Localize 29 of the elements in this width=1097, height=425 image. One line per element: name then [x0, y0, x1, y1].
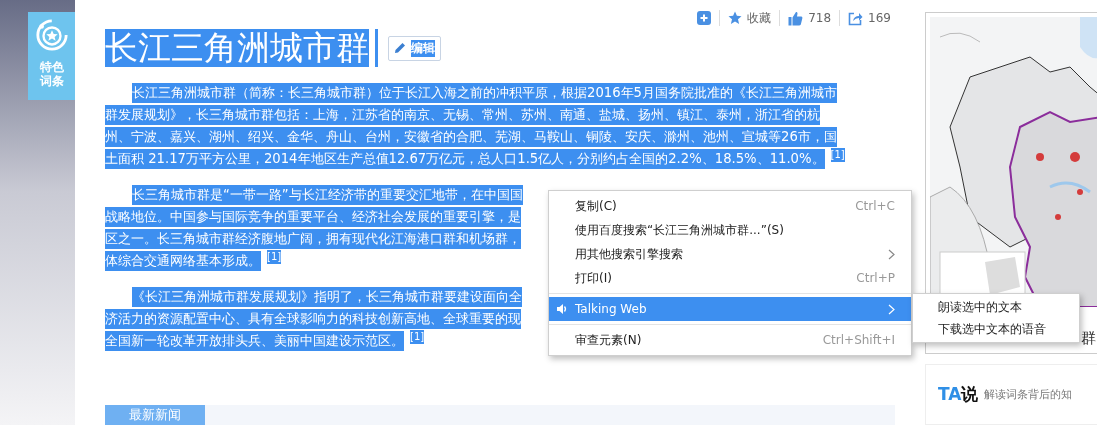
edit-button[interactable]: 编辑: [388, 35, 441, 61]
menu-item[interactable]: 用其他搜索引擎搜索: [549, 242, 911, 266]
thumbs-up-icon: [788, 10, 804, 26]
menu-item[interactable]: 审查元素(N) Ctrl+Shift+I: [549, 328, 911, 352]
menu-item[interactable]: 使用百度搜索“长江三角洲城市群...”(S): [549, 218, 911, 242]
menu-item[interactable]: 下载选中文本的语音: [913, 318, 1079, 340]
star-icon: [728, 11, 743, 25]
menu-item[interactable]: 朗读选中的文本: [913, 296, 1079, 318]
like-button[interactable]: 718: [788, 10, 832, 26]
chevron-right-icon: [888, 248, 895, 260]
badge-label: 特色词条: [38, 60, 65, 88]
footnote-link[interactable]: [1]: [267, 250, 282, 264]
menu-item[interactable]: Talking Web: [549, 297, 911, 321]
menu-item[interactable]: 打印(I) Ctrl+P: [549, 266, 911, 290]
page-title: 长江三角洲城市群: [105, 29, 369, 67]
ta-tagline: 解读词条背后的知: [984, 387, 1073, 403]
speaker-icon: [556, 303, 568, 315]
footnote-link[interactable]: [1]: [410, 330, 425, 344]
chevron-right-icon: [888, 303, 895, 315]
ta-logo: TA说: [938, 383, 979, 407]
share-button[interactable]: 169: [848, 10, 891, 26]
star-circle-icon: [34, 18, 69, 52]
map-caption: 群: [1081, 329, 1096, 348]
add-icon[interactable]: [697, 11, 712, 25]
favorite-button[interactable]: 收藏: [728, 9, 772, 27]
pencil-icon: [394, 42, 406, 54]
footnote-link[interactable]: [1]: [830, 148, 845, 162]
share-icon: [848, 10, 864, 26]
menu-item[interactable]: 复制(C) Ctrl+C: [549, 194, 911, 218]
